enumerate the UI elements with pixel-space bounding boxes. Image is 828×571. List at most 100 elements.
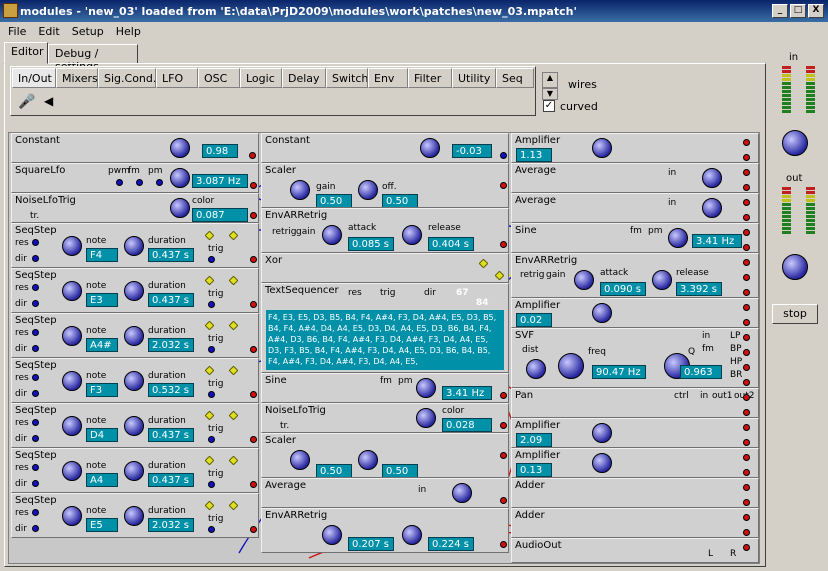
tab-sigcond[interactable]: Sig.Cond.	[98, 68, 156, 88]
release-knob[interactable]	[402, 525, 422, 545]
color-knob[interactable]	[170, 198, 190, 218]
note-knob[interactable]	[62, 416, 82, 436]
average-module[interactable]: Average in	[511, 163, 759, 193]
output-level-knob[interactable]	[782, 254, 808, 280]
dir-jack[interactable]	[32, 300, 39, 307]
duration-knob[interactable]	[124, 236, 144, 256]
adder-module[interactable]: Adder	[511, 508, 759, 538]
cv-out-jack[interactable]	[250, 301, 257, 308]
squarelfo-module[interactable]: SquareLfo pwm fm pm 3.087 Hz	[11, 163, 259, 193]
trig-out-jack[interactable]	[228, 320, 239, 331]
noiselfotrig-module[interactable]: NoiseLfoTrig tr. color 0.087	[11, 193, 259, 223]
pm-jack[interactable]	[156, 179, 163, 186]
scroll-up-button[interactable]: ▲	[542, 72, 558, 88]
freq-knob[interactable]	[668, 228, 688, 248]
trig-out-jack[interactable]	[228, 365, 239, 376]
gain-knob[interactable]	[592, 138, 612, 158]
tab-utility[interactable]: Utility	[452, 68, 496, 88]
note-knob[interactable]	[62, 281, 82, 301]
tab-delay[interactable]: Delay	[282, 68, 326, 88]
pwm-jack[interactable]	[116, 179, 123, 186]
trig-in-jack[interactable]	[204, 455, 215, 466]
tab-osc[interactable]: OSC	[198, 68, 240, 88]
audioout-module[interactable]: AudioOut L R	[511, 538, 759, 563]
output-jack[interactable]	[743, 364, 750, 371]
input-level-knob[interactable]	[782, 130, 808, 156]
constant-module[interactable]: Constant 0.98	[11, 133, 259, 163]
output-jack[interactable]	[743, 289, 750, 296]
output-jack[interactable]	[500, 452, 507, 459]
tab-switch[interactable]: Switch	[326, 68, 368, 88]
gain-knob[interactable]	[592, 423, 612, 443]
seqstep-module[interactable]: SeqStep res dir note E3 duration 0.437 s trig	[11, 268, 259, 313]
gain-knob[interactable]	[592, 453, 612, 473]
output-jack[interactable]	[743, 199, 750, 206]
output-jack[interactable]	[500, 392, 507, 399]
cv-out-jack[interactable]	[250, 526, 257, 533]
amplifier-module[interactable]: Amplifier 0.13	[511, 448, 759, 478]
output-jack[interactable]	[743, 394, 750, 401]
duration-knob[interactable]	[124, 461, 144, 481]
output-jack[interactable]	[743, 139, 750, 146]
dir-jack[interactable]	[32, 525, 39, 532]
res-jack[interactable]	[32, 284, 39, 291]
rate-knob[interactable]	[170, 168, 190, 188]
dir-jack[interactable]	[32, 480, 39, 487]
res-jack[interactable]	[32, 419, 39, 426]
trig-out-jack[interactable]	[228, 500, 239, 511]
dist-knob[interactable]	[526, 359, 546, 379]
trig-in-jack[interactable]	[204, 320, 215, 331]
output-jack[interactable]	[249, 152, 256, 159]
output-jack[interactable]	[743, 169, 750, 176]
output-jack[interactable]	[743, 529, 750, 536]
freq-knob[interactable]	[416, 378, 436, 398]
output-jack[interactable]	[500, 497, 507, 504]
amplifier-module[interactable]: Amplifier 1.13	[511, 133, 759, 163]
output-jack[interactable]	[500, 182, 507, 189]
attack-knob[interactable]	[574, 270, 594, 290]
close-button[interactable]: X	[808, 4, 824, 18]
menu-edit[interactable]: Edit	[38, 25, 59, 38]
trig-out-jack[interactable]	[228, 275, 239, 286]
trig-jack[interactable]	[208, 301, 215, 308]
output-jack[interactable]	[743, 154, 750, 161]
pan-module[interactable]: Panctrlinout1out2	[511, 388, 759, 418]
release-knob[interactable]	[402, 225, 422, 245]
seqstep-module[interactable]: SeqStep res dir note A4 duration 0.437 s trig	[11, 448, 259, 493]
speaker-icon[interactable]: ◀	[44, 94, 53, 108]
tab-inout[interactable]: In/Out	[12, 68, 56, 88]
res-jack[interactable]	[32, 374, 39, 381]
amplifier-module[interactable]: Amplifier 2.09	[511, 418, 759, 448]
offset-knob[interactable]	[358, 450, 378, 470]
duration-knob[interactable]	[124, 326, 144, 346]
res-jack[interactable]	[32, 329, 39, 336]
trig-out-jack[interactable]	[228, 455, 239, 466]
output-jack[interactable]	[743, 349, 750, 356]
output-jack[interactable]	[743, 469, 750, 476]
menu-setup[interactable]: Setup	[72, 25, 104, 38]
microphone-icon[interactable]: 🎤	[18, 94, 35, 110]
menu-help[interactable]: Help	[116, 25, 141, 38]
tab-debug[interactable]: Debug / settings	[48, 44, 138, 73]
duration-knob[interactable]	[124, 281, 144, 301]
output-jack[interactable]	[500, 422, 507, 429]
output-jack[interactable]	[743, 214, 750, 221]
output-jack[interactable]	[743, 184, 750, 191]
res-jack[interactable]	[32, 464, 39, 471]
average-knob[interactable]	[702, 168, 722, 188]
gain-knob[interactable]	[290, 450, 310, 470]
note-knob[interactable]	[62, 236, 82, 256]
release-knob[interactable]	[652, 270, 672, 290]
output-jack[interactable]	[743, 229, 750, 236]
scroll-down-button[interactable]: ▼	[542, 88, 558, 100]
offset-knob[interactable]	[358, 180, 378, 200]
duration-knob[interactable]	[124, 506, 144, 526]
attack-knob[interactable]	[322, 225, 342, 245]
scaler-module[interactable]: Scaler 0.50 0.50	[261, 433, 509, 478]
maximize-button[interactable]: □	[790, 4, 806, 18]
note-knob[interactable]	[62, 326, 82, 346]
output-jack[interactable]	[743, 544, 750, 551]
tab-editor[interactable]: Editor	[4, 42, 48, 64]
tab-env[interactable]: Env	[368, 68, 408, 88]
menu-file[interactable]: File	[8, 25, 26, 38]
